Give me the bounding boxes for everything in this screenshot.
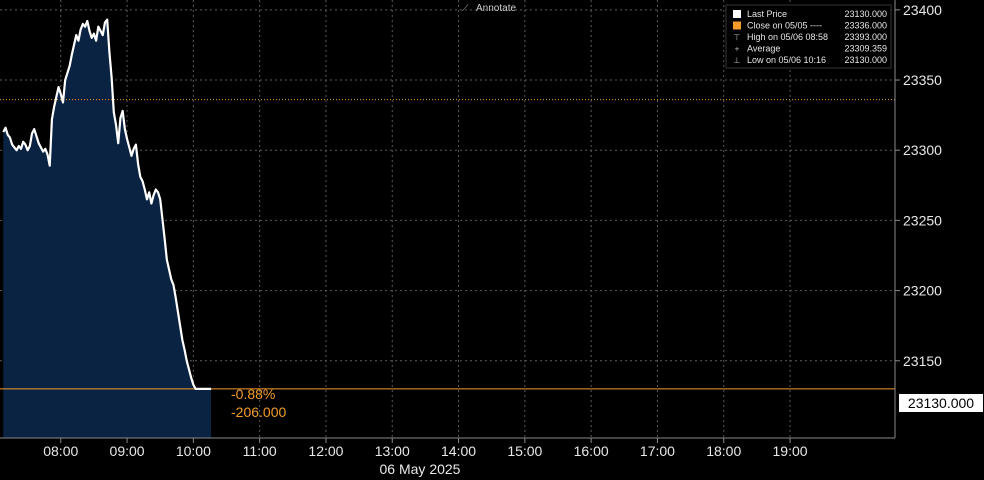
pencil-icon: ⟋	[462, 3, 469, 13]
legend-value: 23336.000	[844, 21, 887, 31]
x-tick-label: 19:00	[773, 443, 808, 459]
legend-item: ⊤ High on 05/06 08:58 23393.000	[734, 32, 887, 42]
legend-swatch	[733, 10, 741, 18]
legend-value: 23130.000	[844, 55, 887, 65]
low-marker: ⊥	[734, 56, 741, 65]
legend-label: Close on 05/05 ----	[747, 21, 822, 31]
legend-item: Close on 05/05 ---- 23336.000	[733, 21, 887, 31]
annotate-label: Annotate	[476, 3, 516, 14]
x-tick-label: 10:00	[176, 443, 211, 459]
y-tick-label: 23400	[903, 2, 942, 18]
legend: Last Price 23130.000 Close on 05/05 ---- 23…	[725, 4, 892, 69]
legend-label: Low on 05/06 10:16	[747, 55, 826, 65]
x-tick-label: 14:00	[441, 443, 476, 459]
average-marker: +	[735, 45, 740, 54]
x-tick-label: 18:00	[706, 443, 741, 459]
y-tick-label: 23350	[903, 72, 942, 88]
x-tick-label: 17:00	[640, 443, 675, 459]
y-tick-label: 23250	[903, 212, 942, 228]
legend-swatch	[733, 21, 741, 30]
x-tick-label: 12:00	[308, 443, 343, 459]
high-marker: ⊤	[734, 33, 741, 42]
x-tick-label: 16:00	[574, 443, 609, 459]
legend-label: Last Price	[747, 9, 787, 19]
y-tick-label: 23300	[903, 142, 942, 158]
x-tick-label: 09:00	[110, 443, 145, 459]
y-tick-label: 23150	[903, 353, 942, 369]
date-label: 06 May 2025	[380, 461, 461, 477]
last-price-value: 23130.000	[908, 395, 974, 411]
legend-value: 23309.359	[844, 44, 887, 54]
legend-value: 23393.000	[844, 32, 887, 42]
intraday-price-chart: 23150 23200 23250 23300 23350 23400 08:00 09:0…	[0, 0, 984, 480]
last-price-marker: 23130.000	[899, 394, 983, 412]
x-tick-label: 08:00	[43, 443, 78, 459]
legend-value: 23130.000	[844, 9, 887, 19]
legend-item: ⊥ Low on 05/06 10:16 23130.000	[734, 55, 887, 65]
x-tick-label: 11:00	[243, 443, 277, 459]
x-tick-label: 15:00	[507, 443, 542, 459]
y-tick-label: 23200	[903, 283, 942, 299]
x-tick-label: 13:00	[375, 443, 410, 459]
pct-change-label: -0.88%	[231, 386, 275, 402]
legend-label: Average	[747, 44, 780, 54]
legend-label: High on 05/06 08:58	[747, 32, 828, 42]
abs-change-label: -206.000	[231, 404, 286, 420]
